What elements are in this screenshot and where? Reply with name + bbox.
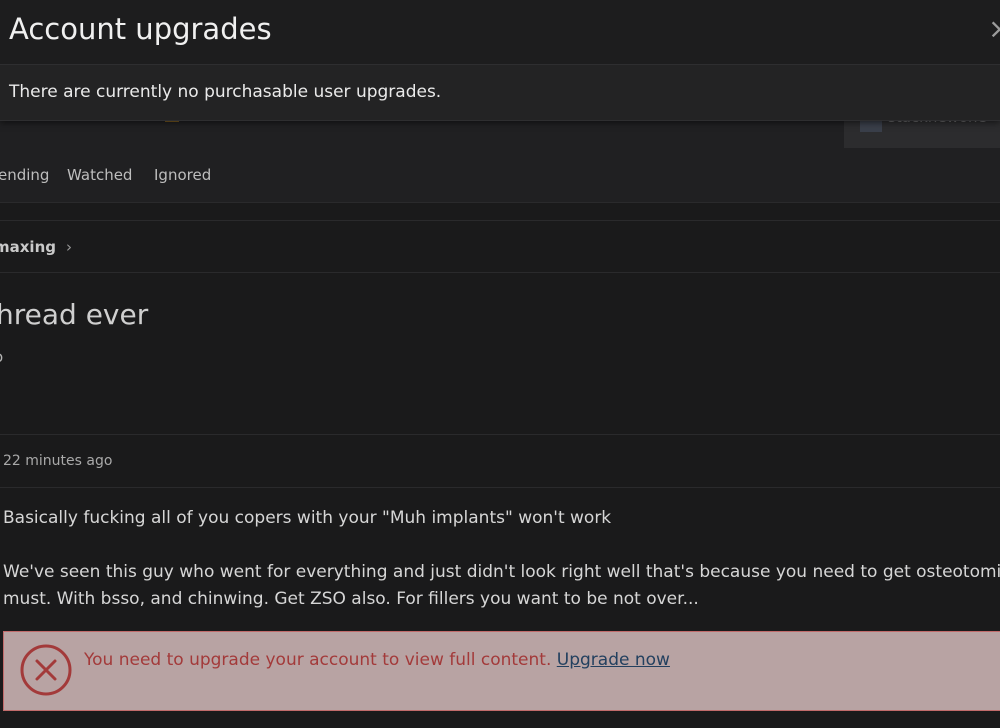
- error-circle-icon: [20, 644, 72, 696]
- subnav-item-trending[interactable]: ending: [0, 166, 49, 184]
- thread-title: hread ever: [0, 298, 149, 331]
- modal-title: Account upgrades: [9, 12, 272, 46]
- upgrade-message: You need to upgrade your account to view…: [84, 650, 670, 670]
- divider: [0, 487, 1000, 488]
- subnav-item-watched[interactable]: Watched: [67, 166, 132, 184]
- divider: [0, 272, 1000, 273]
- breadcrumb-item[interactable]: maxing: [0, 238, 56, 256]
- thread-author[interactable]: o: [0, 348, 3, 366]
- account-upgrades-modal: Account upgrades × There are currently n…: [0, 0, 1000, 121]
- chevron-right-icon: ›: [66, 238, 72, 256]
- upgrade-now-link[interactable]: Upgrade now: [557, 650, 670, 670]
- page: Rules Chat PornDude stacknewone ending W…: [0, 0, 1000, 728]
- divider: [0, 220, 1000, 221]
- subnav-item-ignored[interactable]: Ignored: [154, 166, 211, 184]
- post-text-line: We've seen this guy who went for everyth…: [3, 562, 1000, 582]
- sub-nav: ending Watched Ignored: [0, 148, 1000, 203]
- divider: [0, 434, 1000, 435]
- breadcrumb[interactable]: maxing ›: [0, 238, 72, 256]
- close-icon[interactable]: ×: [988, 14, 1000, 44]
- modal-message: There are currently no purchasable user …: [9, 82, 442, 102]
- upgrade-message-text: You need to upgrade your account to view…: [84, 650, 552, 670]
- post-text-line: Basically fucking all of you copers with…: [3, 508, 612, 528]
- modal-header: Account upgrades ×: [0, 0, 1000, 65]
- upgrade-notice: You need to upgrade your account to view…: [3, 631, 1000, 711]
- post-text-line: must. With bsso, and chinwing. Get ZSO a…: [3, 589, 699, 609]
- post-timestamp[interactable]: 22 minutes ago: [3, 453, 112, 469]
